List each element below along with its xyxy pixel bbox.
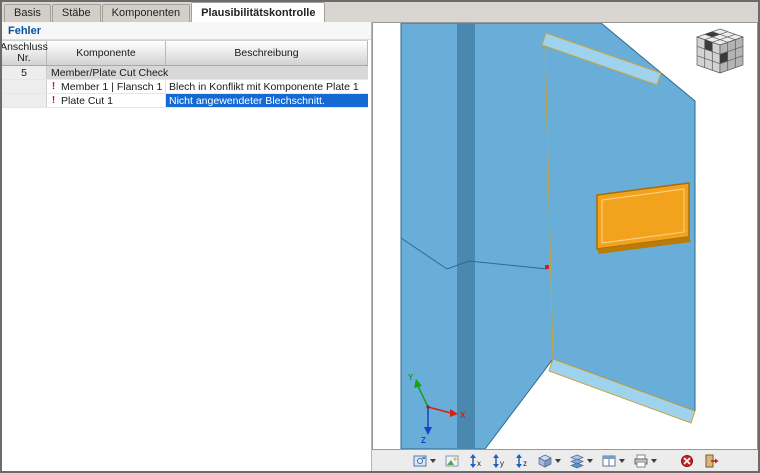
isometric-view-icon (538, 454, 552, 468)
layers-button[interactable] (566, 451, 596, 470)
background-image-icon (445, 455, 459, 466)
svg-text:x: x (477, 459, 481, 468)
table-row[interactable]: ! Plate Cut 1 Nicht angewendeter Blechsc… (2, 94, 368, 108)
print-icon (634, 454, 648, 467)
view-toolbar: x y z (372, 450, 758, 471)
view-y-button[interactable]: y (488, 451, 509, 470)
dropdown-caret-icon (651, 458, 657, 463)
isometric-view-button[interactable] (534, 451, 564, 470)
navigation-cube-icon[interactable] (695, 28, 745, 74)
background-image-button[interactable] (441, 451, 463, 470)
dropdown-caret-icon (430, 458, 436, 463)
anschluss-nr-value: 5 (2, 66, 47, 79)
close-view-button[interactable] (700, 451, 722, 470)
description-cell[interactable]: Blech in Konflikt mit Komponente Plate 1 (166, 80, 368, 93)
anschluss-nr-cell (2, 80, 47, 93)
dropdown-caret-icon (587, 458, 593, 463)
work-window-button[interactable] (598, 451, 628, 470)
error-panel: Fehler Anschluss Nr. Komponente Beschrei… (2, 22, 372, 471)
header-anschluss-nr: Anschluss Nr. (0, 41, 48, 65)
tab-staebe[interactable]: Stäbe (51, 4, 101, 22)
view-z-icon: z (516, 453, 527, 468)
error-section-title: Fehler (2, 22, 371, 40)
group-label: Member/Plate Cut Check (47, 66, 368, 79)
dropdown-caret-icon (555, 458, 561, 463)
deactivate-view-button[interactable] (676, 451, 698, 470)
component-cell[interactable]: Plate Cut 1 (60, 94, 166, 107)
view-x-icon: x (470, 453, 481, 468)
application-window: Basis Stäbe Komponenten Plausibilitätsko… (0, 0, 760, 473)
view-y-icon: y (493, 453, 504, 468)
axis-y-label: Y (408, 373, 414, 382)
tab-basis[interactable]: Basis (4, 4, 51, 22)
svg-text:y: y (500, 459, 504, 468)
error-icon: ! (51, 81, 56, 92)
deactivate-view-icon (681, 454, 693, 467)
error-table: Anschluss Nr. Komponente Beschreibung 5 … (2, 40, 368, 108)
error-icon: ! (51, 95, 56, 106)
header-beschreibung: Beschreibung (166, 41, 368, 65)
description-cell-selected[interactable]: Nicht angewendeter Blechschnitt. (166, 94, 368, 107)
axis-z-label: Z (421, 436, 426, 445)
table-row[interactable]: ! Member 1 | Flansch 1 Blech in Konflikt… (2, 80, 368, 94)
print-graphic-button[interactable] (409, 451, 439, 470)
3d-viewport[interactable]: X Y Z (372, 22, 758, 450)
axis-x-label: X (460, 411, 466, 420)
view-x-button[interactable]: x (465, 451, 486, 470)
conflict-marker (545, 265, 549, 269)
anschluss-nr-cell (2, 94, 47, 107)
ribbon-tabbar: Basis Stäbe Komponenten Plausibilitätsko… (2, 2, 758, 22)
view-z-button[interactable]: z (511, 451, 532, 470)
web-shading-stripe (457, 23, 475, 449)
work-window-icon (602, 455, 616, 466)
3d-scene: X Y Z (400, 23, 745, 449)
dropdown-caret-icon (619, 458, 625, 463)
table-row-group[interactable]: 5 Member/Plate Cut Check (2, 66, 368, 80)
close-view-icon (705, 454, 719, 467)
tab-komponenten[interactable]: Komponenten (101, 4, 191, 22)
error-table-header: Anschluss Nr. Komponente Beschreibung (2, 40, 368, 66)
component-cell[interactable]: Member 1 | Flansch 1 (60, 80, 166, 93)
tab-plausibilitaetskontrolle[interactable]: Plausibilitätskontrolle (191, 2, 326, 22)
layers-icon (570, 454, 584, 468)
header-komponente: Komponente (47, 41, 166, 65)
print-button[interactable] (630, 451, 660, 470)
svg-text:z: z (523, 459, 527, 468)
print-graphic-icon (413, 455, 427, 466)
